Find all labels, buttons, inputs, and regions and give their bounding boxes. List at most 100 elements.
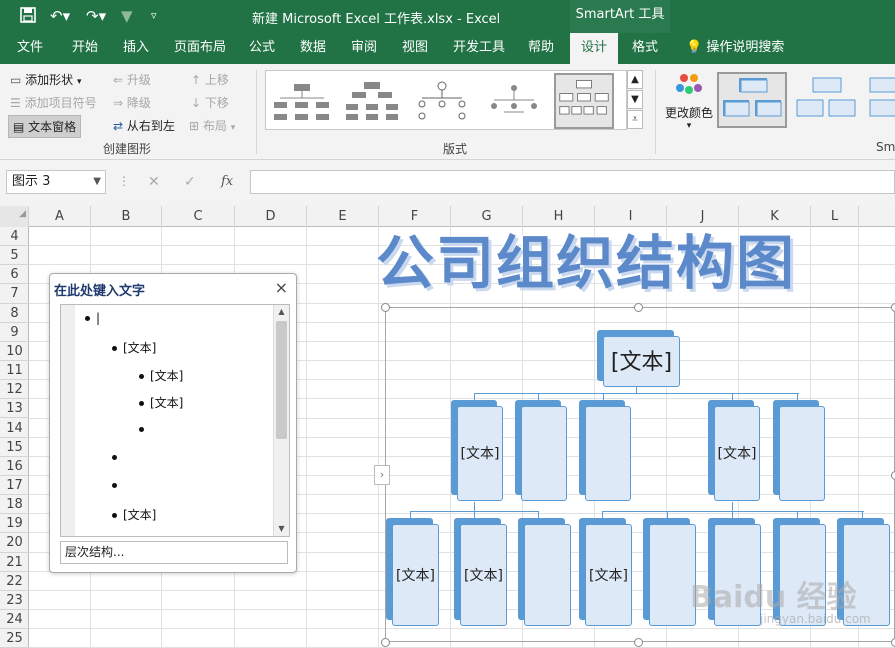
chevron-down-icon[interactable]: ▼ [93,171,101,193]
gallery-more-button[interactable]: ⩡ [627,110,643,129]
row-header-15[interactable]: 15 [0,438,29,457]
smartart-box-top[interactable]: [文本] [597,330,680,387]
tab-review[interactable]: 审阅 [340,33,388,64]
row-header-6[interactable]: 6 [0,265,29,285]
smartart-box-level3[interactable] [518,518,571,626]
text-pane-bullet[interactable] [112,450,123,464]
column-header-a[interactable]: A [29,206,91,227]
text-pane-bullet[interactable]: [文本] [112,339,156,356]
text-pane-list[interactable]: ▲ ▼ | [文本] [文本] [文本] [文本] [60,304,290,537]
layout-option-4[interactable] [482,76,542,126]
text-pane-button[interactable]: ▤ 文本窗格 [8,115,82,138]
row-header-10[interactable]: 10 [0,342,29,362]
row-header-17[interactable]: 17 [0,476,29,496]
redo-icon[interactable]: ↷▾ [86,7,106,25]
smartart-box-level3[interactable]: [文本] [386,518,439,626]
smartart-box-level2[interactable]: [文本] [451,400,503,501]
resize-handle[interactable] [891,638,895,647]
layout-option-3[interactable] [412,76,472,126]
tab-home[interactable]: 开始 [61,33,109,64]
formula-input[interactable] [250,170,895,194]
select-all-button[interactable]: ◢ [0,206,29,227]
smartart-box-level3[interactable]: [文本] [454,518,507,626]
move-down-button[interactable]: ↓ 下移 [191,94,229,111]
scroll-up-icon[interactable]: ▲ [274,305,289,319]
column-header-d[interactable]: D [235,206,307,227]
row-header-20[interactable]: 20 [0,533,29,553]
resize-handle[interactable] [891,471,895,480]
right-to-left-button[interactable]: ⇄ 从右到左 [113,117,175,134]
row-header-12[interactable]: 12 [0,380,29,400]
add-bullet-button[interactable]: ☰ 添加项目符号 [10,94,97,111]
row-header-14[interactable]: 14 [0,419,29,438]
gallery-scroll-up-button[interactable]: ▲ [627,70,643,89]
scroll-down-icon[interactable]: ▼ [274,522,289,536]
tab-format[interactable]: 格式 [621,33,669,64]
tab-design[interactable]: 设计 [570,33,619,64]
smartart-style-2[interactable] [793,74,863,130]
layout-button[interactable]: ⊞ 布局 ▾ [189,117,235,134]
row-header-21[interactable]: 21 [0,553,29,572]
tab-view[interactable]: 视图 [391,33,439,64]
smartart-box-level3[interactable]: [文本] [579,518,632,626]
row-header-4[interactable]: 4 [0,227,29,247]
save-icon[interactable] [20,7,36,27]
row-header-25[interactable]: 25 [0,629,29,648]
enter-icon[interactable]: ✓ [184,174,196,190]
smartart-style-1[interactable] [717,72,787,128]
layout-option-selected[interactable] [554,73,614,129]
name-box[interactable]: 图示 3 ▼ [6,170,106,194]
scrollbar[interactable]: ▲ ▼ [273,305,289,536]
layout-option-1[interactable] [272,76,332,126]
row-header-11[interactable]: 11 [0,361,29,381]
tab-file[interactable]: 文件 [6,33,54,64]
row-header-18[interactable]: 18 [0,495,29,515]
tab-data[interactable]: 数据 [289,33,337,64]
wordart-title[interactable]: 公司组织结构图 [376,216,796,300]
tab-help[interactable]: 帮助 [517,33,565,64]
row-header-16[interactable]: 16 [0,457,29,476]
row-header-9[interactable]: 9 [0,323,29,342]
text-pane-bullet[interactable]: [文本] [112,506,156,523]
text-pane-bullet[interactable]: [文本] [139,367,183,384]
row-header-22[interactable]: 22 [0,572,29,591]
smartart-box-level2[interactable] [515,400,567,501]
smartart-box-level2[interactable]: [文本] [708,400,760,501]
row-header-5[interactable]: 5 [0,246,29,266]
smartart-box-level2[interactable] [579,400,631,501]
column-header-e[interactable]: E [307,206,379,227]
tell-me-search[interactable]: 💡 操作说明搜索 [680,33,795,64]
row-header-24[interactable]: 24 [0,610,29,630]
column-header-b[interactable]: B [91,206,162,227]
text-pane-toggle-button[interactable]: › [374,465,390,485]
insert-function-icon[interactable]: fx [221,174,233,189]
text-pane-bullet[interactable] [139,422,150,436]
tab-page-layout[interactable]: 页面布局 [163,33,237,64]
layout-description-box[interactable]: 层次结构... [60,541,288,564]
resize-handle[interactable] [634,303,643,312]
promote-button[interactable]: ⇐ 升级 [113,71,151,88]
scrollbar-thumb[interactable] [276,321,287,439]
text-pane-bullet[interactable]: | [85,311,100,325]
text-pane-bullet[interactable] [112,478,123,492]
row-header-8[interactable]: 8 [0,304,29,323]
smartart-box-level3[interactable] [643,518,696,626]
column-header-l[interactable]: L [811,206,859,227]
row-header-19[interactable]: 19 [0,514,29,534]
resize-handle[interactable] [891,303,895,312]
move-up-button[interactable]: ↑ 上移 [191,71,229,88]
change-colors-button[interactable]: 更改颜色 ▾ [664,70,714,131]
tab-developer[interactable]: 开发工具 [442,33,516,64]
tab-formulas[interactable]: 公式 [238,33,286,64]
column-header-c[interactable]: C [162,206,235,227]
resize-handle[interactable] [381,638,390,647]
row-header-7[interactable]: 7 [0,284,29,304]
row-header-13[interactable]: 13 [0,399,29,419]
close-icon[interactable]: × [275,278,288,297]
smartart-box-level2[interactable] [773,400,825,501]
row-header-23[interactable]: 23 [0,591,29,610]
add-shape-button[interactable]: ▭ 添加形状 ▾ [10,71,82,88]
text-pane-bullet[interactable]: [文本] [139,394,183,411]
resize-handle[interactable] [381,303,390,312]
customize-qat-icon[interactable]: ▿ [151,9,157,22]
